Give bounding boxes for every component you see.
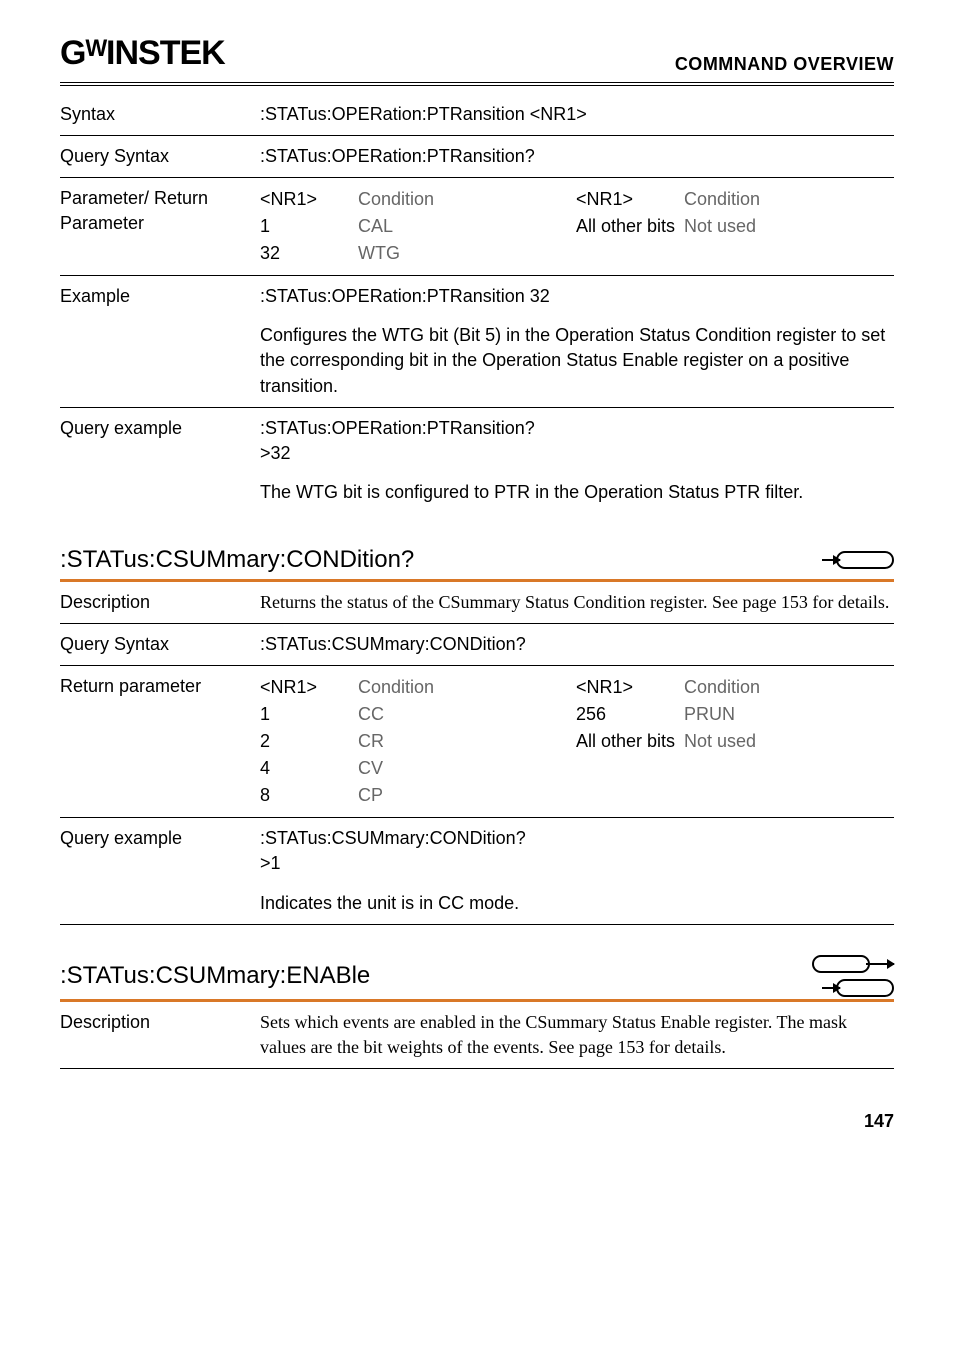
rp-r4c1: 8 [260,782,350,809]
label-query-syntax: Query Syntax [60,144,260,169]
value-example: :STATus:OPERation:PTRansition 32 Configu… [260,284,894,399]
value-return-param: <NR1> Condition <NR1> Condition 1 CC 256… [260,674,894,809]
row-desc3: Description Sets which events are enable… [60,1002,894,1069]
rp-r3c2: CV [358,755,568,782]
rp-r1c4: PRUN [684,701,894,728]
label-example: Example [60,284,260,399]
value-query-syntax: :STATus:OPERation:PTRansition? [260,144,894,169]
value-query-ex2: :STATus:CSUMmary:CONDition? >1 Indicates… [260,826,894,916]
row-qs2: Query Syntax :STATus:CSUMmary:CONDition? [60,624,894,666]
rp-r2c1: 2 [260,728,350,755]
p-hdr1: <NR1> [260,186,350,213]
row-query-example: Query example :STATus:OPERation:PTRansit… [60,408,894,514]
rp-hdr2: Condition [358,674,568,701]
page-header: GᵂINSTEK COMMNAND OVERVIEW [60,30,894,86]
query-only-icon [822,551,894,569]
row-syntax: Syntax :STATus:OPERation:PTRansition <NR… [60,94,894,136]
label-qs2: Query Syntax [60,632,260,657]
rp-hdr4: Condition [684,674,894,701]
p-r1c1: 1 [260,213,350,240]
example-description: Configures the WTG bit (Bit 5) in the Op… [260,323,894,399]
label-query-ex2: Query example [60,826,260,916]
label-return-param: Return parameter [60,674,260,809]
rp-r2c2: CR [358,728,568,755]
row-desc2: Description Returns the status of the CS… [60,582,894,624]
heading-csummary-condition: :STATus:CSUMmary:CONDition? [60,513,894,582]
heading-text: :STATus:CSUMmary:CONDition? [60,543,414,577]
value-desc2: Returns the status of the CSummary Statu… [260,590,894,615]
p-r1c4: Not used [684,213,894,240]
set-query-icons [812,955,894,997]
row-query-syntax: Query Syntax :STATus:OPERation:PTRansiti… [60,136,894,178]
qex2-desc: Indicates the unit is in CC mode. [260,891,894,916]
value-parameter: <NR1> Condition <NR1> Condition 1 CAL Al… [260,186,894,267]
rp-hdr3: <NR1> [576,674,676,701]
brand-logo: GᵂINSTEK [60,30,225,78]
label-syntax: Syntax [60,102,260,127]
query-example-line1: :STATus:OPERation:PTRansition? [260,416,894,441]
query-example-line2: >32 [260,441,894,466]
p-r1c3: All other bits [576,213,676,240]
label-desc3: Description [60,1010,260,1060]
rp-hdr1: <NR1> [260,674,350,701]
rp-r1c3: 256 [576,701,676,728]
label-parameter: Parameter/ Return Parameter [60,186,260,267]
qex2-line2: >1 [260,851,894,876]
query-example-description: The WTG bit is configured to PTR in the … [260,480,894,505]
p-hdr3: <NR1> [576,186,676,213]
query-icon [822,979,894,997]
rp-r1c1: 1 [260,701,350,728]
p-r1c2: CAL [358,213,568,240]
rp-r2c3: All other bits [576,728,676,755]
value-desc3: Sets which events are enabled in the CSu… [260,1010,894,1060]
row-return-param: Return parameter <NR1> Condition <NR1> C… [60,666,894,818]
rp-r2c4: Not used [684,728,894,755]
value-query-example: :STATus:OPERation:PTRansition? >32 The W… [260,416,894,506]
set-icon [812,955,894,973]
section-title: COMMNAND OVERVIEW [675,52,894,77]
label-query-example: Query example [60,416,260,506]
heading-csummary-enable: :STATus:CSUMmary:ENABle [60,925,894,1002]
value-syntax: :STATus:OPERation:PTRansition <NR1> [260,102,894,127]
p-r2c2: WTG [358,240,568,267]
row-parameter: Parameter/ Return Parameter <NR1> Condit… [60,178,894,276]
p-hdr4: Condition [684,186,894,213]
rp-r1c2: CC [358,701,568,728]
value-qs2: :STATus:CSUMmary:CONDition? [260,632,894,657]
p-r2c1: 32 [260,240,350,267]
example-code: :STATus:OPERation:PTRansition 32 [260,284,894,309]
page-number: 147 [60,1109,894,1134]
heading-text-3: :STATus:CSUMmary:ENABle [60,959,370,993]
qex2-line1: :STATus:CSUMmary:CONDition? [260,826,894,851]
label-desc2: Description [60,590,260,615]
row-query-ex2: Query example :STATus:CSUMmary:CONDition… [60,818,894,925]
rp-r3c1: 4 [260,755,350,782]
rp-r4c2: CP [358,782,568,809]
p-hdr2: Condition [358,186,568,213]
row-example: Example :STATus:OPERation:PTRansition 32… [60,276,894,408]
